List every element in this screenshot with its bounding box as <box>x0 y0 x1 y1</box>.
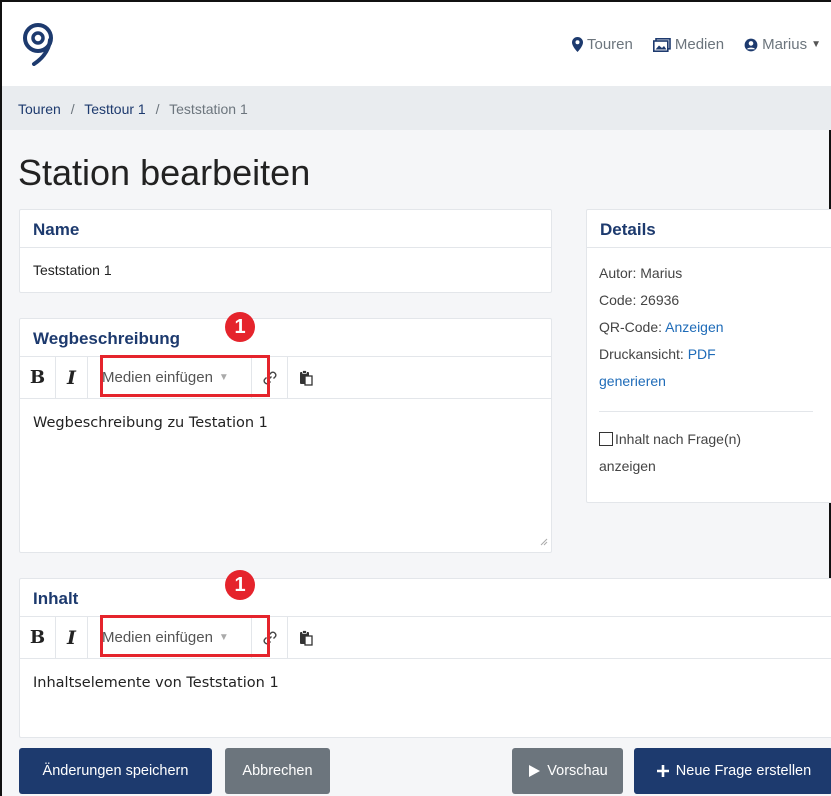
details-code: Code: 26936 <box>599 292 680 308</box>
map-marker-icon <box>572 37 583 52</box>
nav-tours[interactable]: Touren <box>572 36 633 53</box>
preview-button[interactable]: Vorschau <box>512 748 623 794</box>
new-question-label: Neue Frage erstellen <box>675 763 812 779</box>
play-icon <box>529 765 541 777</box>
italic-button[interactable]: I <box>56 356 88 399</box>
link-button[interactable] <box>252 356 288 399</box>
breadcrumb-item-current: Teststation 1 <box>169 101 248 117</box>
cancel-button[interactable]: Abbrechen <box>225 748 330 794</box>
navbar: Touren Medien Marius ▼ <box>2 2 831 86</box>
inhalt-text: Inhaltselemente von Teststation 1 <box>33 675 279 691</box>
inhalt-header: Inhalt <box>20 579 831 617</box>
resize-handle-icon[interactable] <box>538 536 548 546</box>
nav-tours-label: Touren <box>587 36 633 53</box>
nav-media[interactable]: Medien <box>652 36 725 53</box>
details-card-header: Details <box>587 210 831 248</box>
qr-code-show-link[interactable]: Anzeigen <box>665 319 723 335</box>
wegbeschreibung-text: Wegbeschreibung zu Testation 1 <box>33 415 268 431</box>
page-title: Station bearbeiten <box>18 152 311 193</box>
breadcrumb-item-tours[interactable]: Touren <box>18 101 61 117</box>
annotation-marker: 1 <box>225 570 255 600</box>
insert-media-dropdown[interactable]: Medien einfügen ▼ <box>88 616 252 659</box>
details-divider <box>599 411 813 412</box>
plus-icon <box>656 765 669 777</box>
new-question-button[interactable]: Neue Frage erstellen <box>634 748 831 794</box>
editor-toolbar: B I Medien einfügen ▼ <box>20 355 551 399</box>
paste-button[interactable] <box>288 617 324 659</box>
details-author: Autor: Marius <box>599 265 683 281</box>
paste-button[interactable] <box>288 357 324 399</box>
cancel-label: Abbrechen <box>242 763 313 779</box>
nav-user-menu[interactable]: Marius ▼ <box>744 36 821 53</box>
images-icon <box>652 37 671 52</box>
inhalt-card: Inhalt B I Medien einfügen ▼ Inhaltselem… <box>19 578 831 738</box>
paste-icon <box>300 629 313 646</box>
editor-toolbar: B I Medien einfügen ▼ <box>20 615 831 659</box>
insert-media-dropdown[interactable]: Medien einfügen ▼ <box>88 356 252 399</box>
breadcrumb-separator: / <box>155 101 160 117</box>
inhalt-editor[interactable]: Inhaltselemente von Teststation 1 <box>20 659 831 707</box>
details-card: Details Autor: Marius Code: 26936 QR-Cod… <box>586 209 831 503</box>
caret-down-icon: ▼ <box>218 632 229 643</box>
checkbox-label-cont: anzeigen <box>599 458 656 474</box>
wegbeschreibung-card: Wegbeschreibung B I Medien einfügen ▼ We… <box>19 318 552 553</box>
bold-button[interactable]: B <box>20 356 56 399</box>
italic-button[interactable]: I <box>56 616 88 659</box>
preview-label: Vorschau <box>547 763 608 779</box>
annotation-marker: 1 <box>225 312 255 342</box>
breadcrumb-separator: / <box>70 101 75 117</box>
pdf-generate-link[interactable]: generieren <box>599 373 666 389</box>
insert-media-label: Medien einfügen <box>102 629 213 646</box>
details-print-label: Druckansicht: <box>599 346 684 362</box>
breadcrumb: Touren / Testtour 1 / Teststation 1 <box>2 86 831 130</box>
checkbox-label: Inhalt nach Frage(n) <box>615 431 742 447</box>
user-circle-icon <box>744 38 758 51</box>
link-button[interactable] <box>252 616 288 659</box>
save-changes-label: Änderungen speichern <box>42 763 189 779</box>
caret-down-icon: ▼ <box>218 372 229 383</box>
details-qr-label: QR-Code: <box>599 319 663 335</box>
save-changes-button[interactable]: Änderungen speichern <box>19 748 212 794</box>
station-name-field[interactable]: Teststation 1 <box>20 248 551 292</box>
link-icon <box>263 631 276 644</box>
wegbeschreibung-header: Wegbeschreibung <box>20 319 551 357</box>
app-logo-icon[interactable] <box>22 22 54 66</box>
nav-media-label: Medien <box>674 36 725 53</box>
wegbeschreibung-editor[interactable]: Wegbeschreibung zu Testation 1 <box>20 399 551 549</box>
pdf-link[interactable]: PDF <box>688 346 716 362</box>
breadcrumb-item-tour[interactable]: Testtour 1 <box>84 101 145 117</box>
name-card: Name Teststation 1 <box>19 209 552 293</box>
insert-media-label: Medien einfügen <box>102 369 213 386</box>
action-bar: Änderungen speichern Abbrechen Vorschau … <box>2 738 831 796</box>
nav-user-label: Marius <box>762 36 808 53</box>
caret-down-icon: ▼ <box>811 39 821 50</box>
name-card-header: Name <box>20 210 551 248</box>
content-after-questions-checkbox[interactable] <box>599 432 613 446</box>
paste-icon <box>300 369 313 386</box>
link-icon <box>263 371 276 384</box>
bold-button[interactable]: B <box>20 616 56 659</box>
